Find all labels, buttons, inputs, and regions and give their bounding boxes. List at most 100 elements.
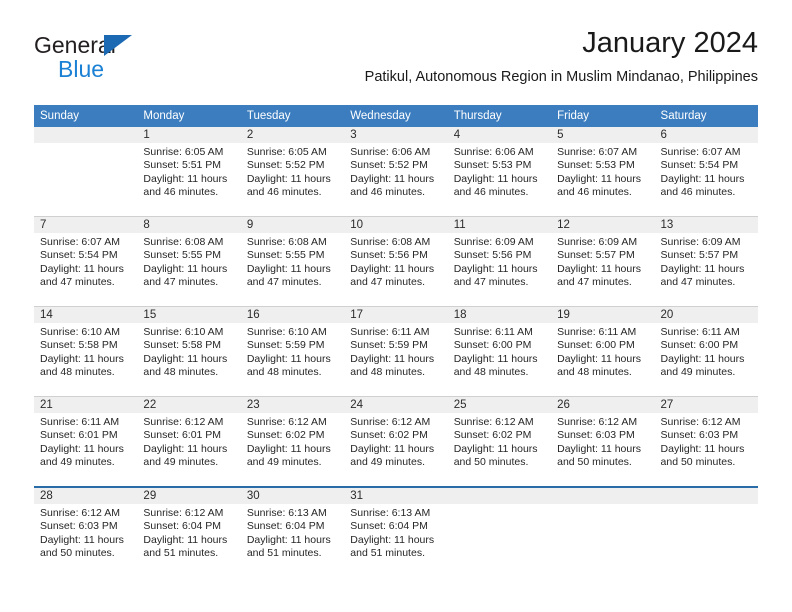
sunrise-text: Sunrise: 6:12 AM: [453, 416, 534, 428]
calendar-day-cell[interactable]: 2 Sunrise: 6:05 AM Sunset: 5:52 PM Daylight…: [240, 127, 345, 217]
sunset-text: Sunset: 5:52 PM: [350, 159, 428, 172]
calendar-day-cell-empty: [551, 486, 655, 577]
calendar-week-row: 21 Sunrise: 6:11 AM Sunset: 6:01 PM Dayligh…: [34, 396, 758, 487]
day-number: 20: [654, 307, 758, 323]
weekday-header-thursday: Thursday: [447, 105, 552, 127]
day-details: Sunrise: 6:05 AM Sunset: 5:52 PM Daylight:…: [241, 143, 344, 200]
calendar-day-cell[interactable]: 17 Sunrise: 6:11 AM Sunset: 5:59 PM Dayligh…: [344, 306, 448, 397]
sunset-text: Sunset: 5:59 PM: [246, 339, 325, 352]
day-details: Sunrise: 6:13 AM Sunset: 6:04 PM Daylight:…: [241, 504, 344, 561]
day-details: Sunrise: 6:06 AM Sunset: 5:52 PM Daylight:…: [344, 143, 447, 200]
sunrise-text: Sunrise: 6:11 AM: [40, 416, 120, 428]
daylight-text: Daylight: 11 hours and 47 minutes.: [660, 262, 745, 289]
calendar-day-cell[interactable]: 9 Sunrise: 6:08 AM Sunset: 5:55 PM Daylight…: [240, 216, 345, 307]
sunset-text: Sunset: 6:00 PM: [557, 339, 635, 352]
calendar-day-cell[interactable]: 3 Sunrise: 6:06 AM Sunset: 5:52 PM Daylight…: [344, 127, 448, 217]
calendar-day-cell[interactable]: 22 Sunrise: 6:12 AM Sunset: 6:01 PM Dayligh…: [137, 396, 241, 487]
day-number: 9: [240, 217, 345, 233]
day-number: 1: [137, 127, 241, 143]
daylight-text: Daylight: 11 hours and 46 minutes.: [660, 172, 745, 199]
daylight-text: Daylight: 11 hours and 51 minutes.: [350, 533, 435, 560]
daylight-text: Daylight: 11 hours and 50 minutes.: [557, 442, 641, 469]
day-details: Sunrise: 6:07 AM Sunset: 5:54 PM Daylight:…: [655, 143, 758, 200]
day-number: 26: [551, 397, 655, 413]
sunrise-text: Sunrise: 6:09 AM: [660, 236, 741, 248]
calendar-day-cell[interactable]: 5 Sunrise: 6:07 AM Sunset: 5:53 PM Daylight…: [551, 127, 655, 217]
calendar-day-cell[interactable]: 31 Sunrise: 6:13 AM Sunset: 6:04 PM Dayligh…: [344, 486, 448, 577]
calendar-day-cell[interactable]: 6 Sunrise: 6:07 AM Sunset: 5:54 PM Daylight…: [654, 127, 758, 217]
day-details: Sunrise: 6:13 AM Sunset: 6:04 PM Daylight:…: [344, 504, 447, 561]
weekday-header-saturday: Saturday: [654, 105, 758, 127]
day-details: [655, 504, 758, 507]
weekday-header-sunday: Sunday: [34, 105, 138, 127]
sunrise-text: Sunrise: 6:05 AM: [246, 146, 327, 158]
calendar-day-cell-empty: [34, 127, 138, 217]
sunset-text: Sunset: 5:54 PM: [660, 159, 739, 172]
sunset-text: Sunset: 5:56 PM: [453, 249, 532, 262]
sunrise-text: Sunrise: 6:12 AM: [143, 507, 224, 519]
calendar-day-cell[interactable]: 27 Sunrise: 6:12 AM Sunset: 6:03 PM Dayligh…: [654, 396, 758, 487]
calendar-day-cell[interactable]: 16 Sunrise: 6:10 AM Sunset: 5:59 PM Dayligh…: [240, 306, 345, 397]
calendar-day-cell[interactable]: 19 Sunrise: 6:11 AM Sunset: 6:00 PM Dayligh…: [551, 306, 655, 397]
day-number: 14: [34, 307, 138, 323]
calendar-day-cell[interactable]: 11 Sunrise: 6:09 AM Sunset: 5:56 PM Dayligh…: [447, 216, 552, 307]
day-details: Sunrise: 6:09 AM Sunset: 5:57 PM Daylight:…: [655, 233, 758, 290]
sunset-text: Sunset: 5:59 PM: [350, 339, 428, 352]
day-details: Sunrise: 6:11 AM Sunset: 6:01 PM Daylight:…: [34, 413, 137, 470]
sunset-text: Sunset: 6:02 PM: [350, 429, 428, 442]
calendar-day-cell[interactable]: 15 Sunrise: 6:10 AM Sunset: 5:58 PM Dayligh…: [137, 306, 241, 397]
day-details: Sunrise: 6:09 AM Sunset: 5:56 PM Daylight:…: [448, 233, 551, 290]
sunset-text: Sunset: 6:04 PM: [350, 520, 428, 533]
day-number: 21: [34, 397, 138, 413]
sunrise-text: Sunrise: 6:06 AM: [350, 146, 431, 158]
daylight-text: Daylight: 11 hours and 50 minutes.: [40, 533, 124, 560]
calendar-day-cell[interactable]: 29 Sunrise: 6:12 AM Sunset: 6:04 PM Dayligh…: [137, 486, 241, 577]
sunset-text: Sunset: 5:58 PM: [40, 339, 118, 352]
calendar-week-row: 7 Sunrise: 6:07 AM Sunset: 5:54 PM Daylight…: [34, 216, 758, 307]
day-details: Sunrise: 6:11 AM Sunset: 6:00 PM Daylight:…: [655, 323, 758, 380]
calendar-day-cell[interactable]: 25 Sunrise: 6:12 AM Sunset: 6:02 PM Dayligh…: [447, 396, 552, 487]
calendar-week-row: 1 Sunrise: 6:05 AM Sunset: 5:51 PM Daylight…: [34, 127, 758, 217]
day-details: [34, 143, 137, 146]
daylight-text: Daylight: 11 hours and 51 minutes.: [143, 533, 228, 560]
calendar-day-cell[interactable]: 20 Sunrise: 6:11 AM Sunset: 6:00 PM Dayligh…: [654, 306, 758, 397]
day-number: 25: [447, 397, 552, 413]
calendar-day-cell[interactable]: 18 Sunrise: 6:11 AM Sunset: 6:00 PM Dayligh…: [447, 306, 552, 397]
calendar-day-cell[interactable]: 30 Sunrise: 6:13 AM Sunset: 6:04 PM Dayligh…: [240, 486, 345, 577]
calendar-day-cell[interactable]: 1 Sunrise: 6:05 AM Sunset: 5:51 PM Daylight…: [137, 127, 241, 217]
calendar-day-cell[interactable]: 21 Sunrise: 6:11 AM Sunset: 6:01 PM Dayligh…: [34, 396, 138, 487]
day-number: [34, 127, 138, 143]
day-details: Sunrise: 6:08 AM Sunset: 5:55 PM Daylight:…: [137, 233, 240, 290]
day-number: 30: [240, 488, 345, 504]
calendar-day-cell[interactable]: 24 Sunrise: 6:12 AM Sunset: 6:02 PM Dayligh…: [344, 396, 448, 487]
daylight-text: Daylight: 11 hours and 49 minutes.: [350, 442, 435, 469]
calendar-body: 1 Sunrise: 6:05 AM Sunset: 5:51 PM Daylight…: [34, 127, 758, 577]
calendar-day-cell[interactable]: 28 Sunrise: 6:12 AM Sunset: 6:03 PM Dayligh…: [34, 486, 138, 577]
logo-triangle-icon: [104, 35, 132, 56]
calendar-day-cell[interactable]: 8 Sunrise: 6:08 AM Sunset: 5:55 PM Daylight…: [137, 216, 241, 307]
day-number: 5: [551, 127, 655, 143]
daylight-text: Daylight: 11 hours and 48 minutes.: [453, 352, 538, 379]
generalblue-logo[interactable]: General Blue: [34, 32, 244, 92]
calendar-day-cell[interactable]: 23 Sunrise: 6:12 AM Sunset: 6:02 PM Dayligh…: [240, 396, 345, 487]
calendar-day-cell[interactable]: 26 Sunrise: 6:12 AM Sunset: 6:03 PM Dayligh…: [551, 396, 655, 487]
daylight-text: Daylight: 11 hours and 47 minutes.: [40, 262, 124, 289]
daylight-text: Daylight: 11 hours and 48 minutes.: [350, 352, 435, 379]
calendar-day-cell[interactable]: 14 Sunrise: 6:10 AM Sunset: 5:58 PM Dayligh…: [34, 306, 138, 397]
day-details: [448, 504, 551, 507]
calendar-day-cell[interactable]: 13 Sunrise: 6:09 AM Sunset: 5:57 PM Dayligh…: [654, 216, 758, 307]
sunrise-text: Sunrise: 6:13 AM: [350, 507, 431, 519]
calendar-day-cell[interactable]: 12 Sunrise: 6:09 AM Sunset: 5:57 PM Dayligh…: [551, 216, 655, 307]
sunset-text: Sunset: 6:04 PM: [246, 520, 325, 533]
day-number: 8: [137, 217, 241, 233]
calendar-day-cell[interactable]: 4 Sunrise: 6:06 AM Sunset: 5:53 PM Daylight…: [447, 127, 552, 217]
sunrise-text: Sunrise: 6:13 AM: [246, 507, 327, 519]
calendar-day-cell[interactable]: 10 Sunrise: 6:08 AM Sunset: 5:56 PM Dayligh…: [344, 216, 448, 307]
daylight-text: Daylight: 11 hours and 48 minutes.: [143, 352, 228, 379]
sunrise-text: Sunrise: 6:11 AM: [350, 326, 430, 338]
calendar-day-cell[interactable]: 7 Sunrise: 6:07 AM Sunset: 5:54 PM Daylight…: [34, 216, 138, 307]
sunrise-text: Sunrise: 6:10 AM: [143, 326, 224, 338]
day-details: Sunrise: 6:12 AM Sunset: 6:03 PM Daylight:…: [551, 413, 654, 470]
sunrise-text: Sunrise: 6:12 AM: [350, 416, 431, 428]
sunrise-text: Sunrise: 6:12 AM: [557, 416, 638, 428]
